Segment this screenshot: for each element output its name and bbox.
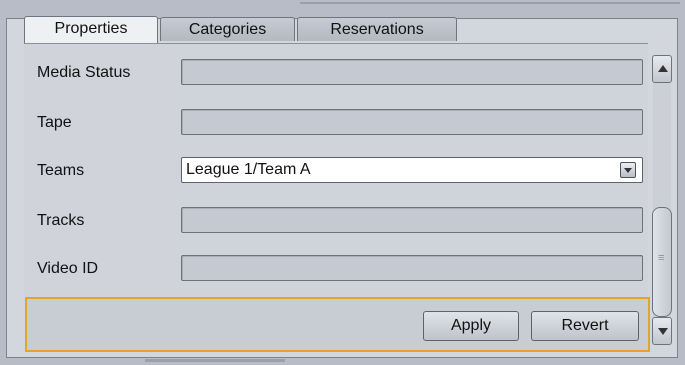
scrollbar-thumb[interactable] — [652, 207, 672, 317]
video-id-field[interactable] — [181, 255, 643, 281]
button-bar: Apply Revert — [25, 297, 650, 352]
apply-button[interactable]: Apply — [423, 311, 519, 341]
teams-select[interactable]: League 1/Team A — [181, 157, 643, 183]
tab-categories[interactable]: Categories — [160, 17, 295, 41]
tape-label: Tape — [37, 114, 72, 131]
vertical-scrollbar[interactable] — [651, 55, 675, 347]
form-row-tape: Tape — [24, 108, 648, 140]
window-top-border — [300, 2, 680, 4]
media-status-label: Media Status — [37, 64, 131, 81]
revert-button[interactable]: Revert — [531, 311, 639, 341]
tracks-field[interactable] — [181, 207, 643, 233]
form-row-media-status: Media Status — [24, 58, 648, 90]
tab-reservations[interactable]: Reservations — [297, 17, 457, 41]
form-row-teams: Teams League 1/Team A — [24, 156, 648, 188]
tracks-label: Tracks — [37, 212, 85, 229]
tab-bar: Properties Categories Reservations — [24, 16, 459, 43]
properties-form: Media Status Tape Teams League 1/Team A … — [24, 43, 648, 297]
tape-field[interactable] — [181, 109, 643, 135]
chevron-down-icon[interactable] — [620, 162, 636, 178]
tab-properties[interactable]: Properties — [24, 16, 158, 43]
form-row-tracks: Tracks — [24, 206, 648, 238]
teams-selected-value: League 1/Team A — [186, 161, 311, 178]
media-status-field[interactable] — [181, 59, 643, 85]
arrow-down-icon[interactable] — [652, 317, 672, 345]
form-row-video-id: Video ID — [24, 254, 648, 286]
arrow-up-icon[interactable] — [652, 55, 672, 83]
video-id-label: Video ID — [37, 260, 99, 277]
window-bottom-border — [145, 359, 285, 362]
teams-label: Teams — [37, 162, 85, 179]
